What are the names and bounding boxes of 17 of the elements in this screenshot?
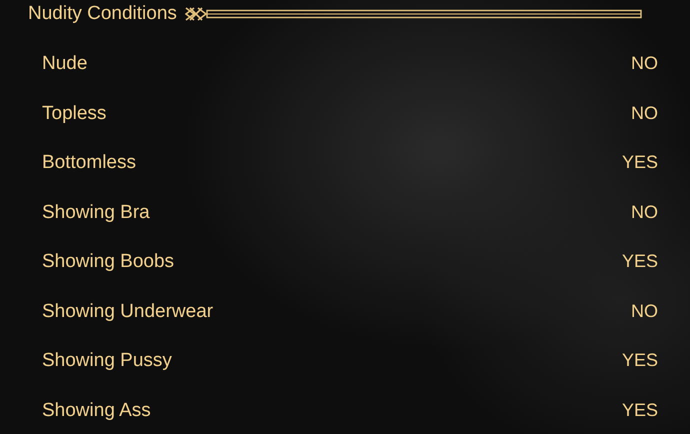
option-value[interactable]: YES bbox=[622, 149, 658, 176]
option-label: Showing Bra bbox=[42, 200, 150, 224]
option-label: Showing Underwear bbox=[42, 300, 214, 324]
section-title: Nudity Conditions bbox=[28, 2, 177, 26]
option-value[interactable]: YES bbox=[622, 248, 658, 275]
option-label: Showing Ass bbox=[42, 398, 151, 422]
option-label: Topless bbox=[42, 102, 106, 126]
option-value[interactable]: NO bbox=[631, 50, 658, 77]
option-label: Bottomless bbox=[42, 151, 136, 175]
option-label: Nude bbox=[42, 52, 88, 76]
option-value[interactable]: YES bbox=[622, 347, 658, 374]
option-value[interactable]: NO bbox=[631, 198, 658, 226]
option-label: Showing Boobs bbox=[42, 250, 174, 274]
option-value[interactable]: NO bbox=[631, 100, 658, 126]
option-value[interactable]: YES bbox=[622, 396, 658, 424]
option-label: Showing Pussy bbox=[42, 349, 172, 373]
option-value[interactable]: NO bbox=[631, 298, 658, 324]
